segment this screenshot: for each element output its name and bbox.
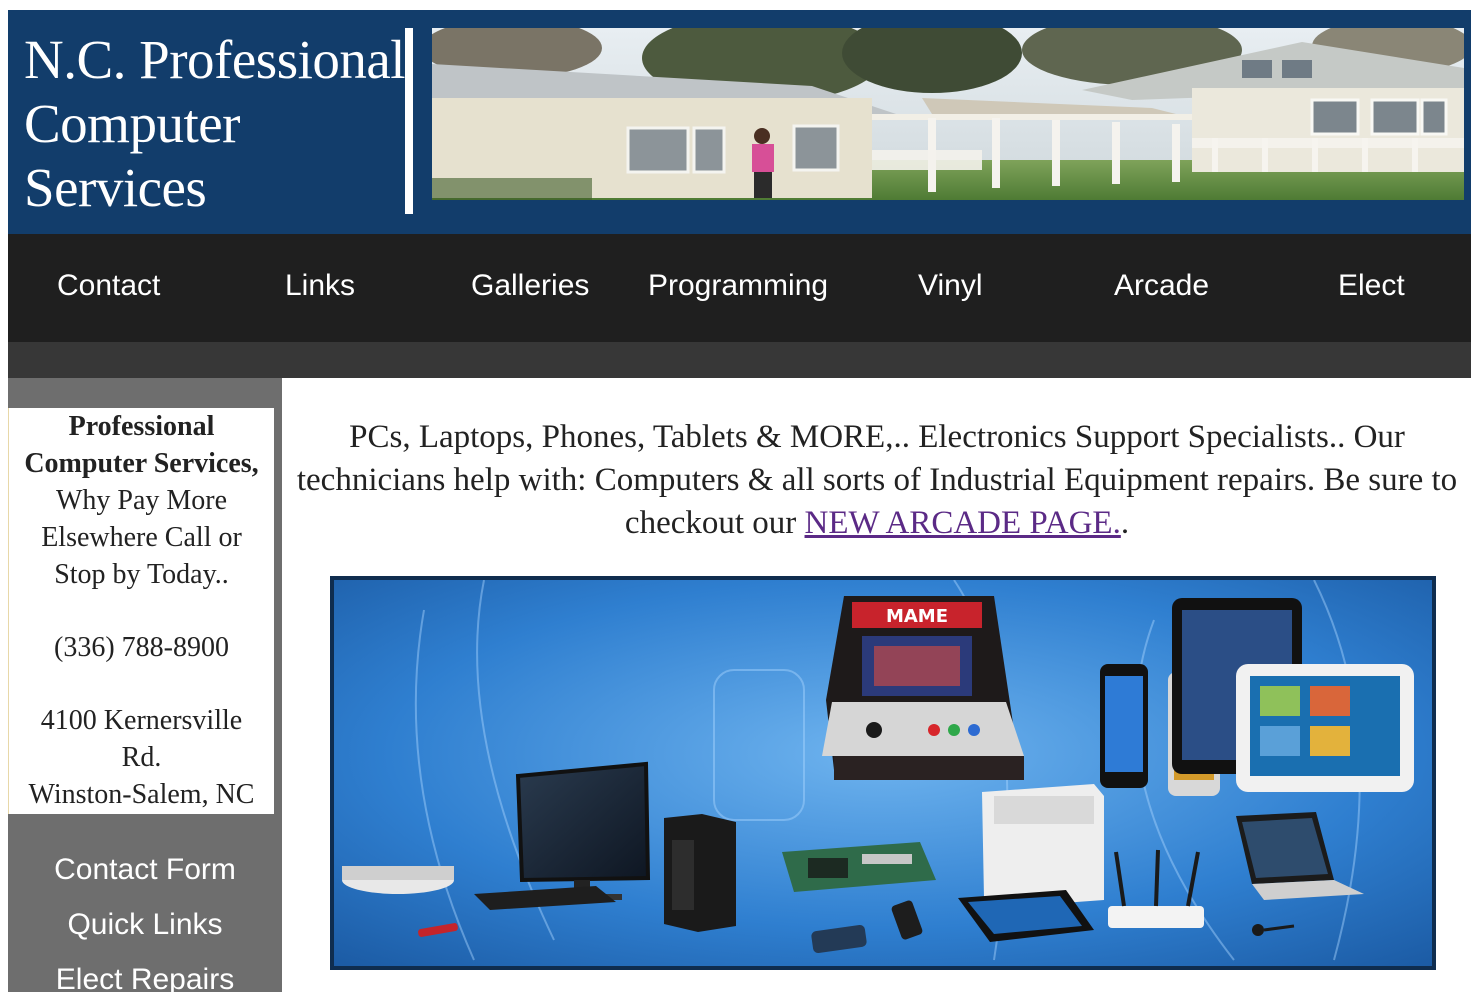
nav-item-programming[interactable]: Programming — [648, 266, 828, 306]
card-spacer — [9, 666, 274, 702]
site-title[interactable]: N.C. Professional Computer Services — [24, 28, 414, 220]
tagline-line: Why Pay More — [55, 485, 228, 516]
nav-item-vinyl[interactable]: Vinyl — [918, 266, 982, 306]
hero-devices-banner: MAME — [330, 576, 1436, 970]
devices-collage-image: MAME — [334, 580, 1432, 966]
nav-item-elect[interactable]: Elect — [1338, 266, 1405, 306]
sidebar: Professional Computer Services, Why Pay … — [8, 378, 282, 992]
arcade-page-link[interactable]: NEW ARCADE PAGE. — [805, 505, 1121, 541]
tagline-line: Elsewhere Call or — [41, 522, 242, 553]
card-spacer — [9, 593, 274, 629]
sidebar-link-contact-form[interactable]: Contact Form — [8, 850, 282, 890]
nav-item-arcade[interactable]: Arcade — [1114, 266, 1209, 306]
site-header: N.C. Professional Computer Services — [8, 10, 1471, 234]
site-title-line: Services — [24, 157, 207, 218]
address-line: Rd. — [121, 742, 162, 773]
nav-item-contact[interactable]: Contact — [57, 266, 160, 306]
nav-sub-bar — [8, 342, 1471, 378]
site-title-line: N.C. Professional — [24, 29, 406, 90]
nav-item-galleries[interactable]: Galleries — [471, 266, 589, 306]
page: N.C. Professional Computer Services Cont… — [0, 0, 1471, 992]
tagline-line: Stop by Today.. — [54, 559, 229, 590]
intro-text-end: . — [1120, 505, 1130, 541]
house-photo-image — [432, 28, 1464, 200]
header-house-photo — [432, 28, 1464, 200]
business-name-line: Computer Services, — [24, 448, 259, 479]
address-line: Winston-Salem, NC — [28, 779, 255, 810]
title-divider — [405, 28, 413, 214]
main-content: PCs, Laptops, Phones, Tablets & MORE,.. … — [282, 378, 1471, 992]
site-title-line: Computer — [24, 93, 240, 154]
nav-item-links[interactable]: Links — [285, 266, 355, 306]
sidebar-link-elect-repairs[interactable]: Elect Repairs — [8, 960, 282, 992]
address-line: 4100 Kernersville — [40, 705, 243, 736]
sidebar-link-quick-links[interactable]: Quick Links — [8, 905, 282, 945]
arcade-marquee-text: MAME — [886, 606, 948, 627]
intro-paragraph: PCs, Laptops, Phones, Tablets & MORE,.. … — [282, 416, 1471, 545]
phone-number: (336) 788-8900 — [54, 632, 229, 663]
top-navigation: Contact Links Galleries Programming Viny… — [8, 234, 1471, 342]
business-info-card: Professional Computer Services, Why Pay … — [8, 408, 274, 814]
business-name-line: Professional — [68, 411, 215, 442]
